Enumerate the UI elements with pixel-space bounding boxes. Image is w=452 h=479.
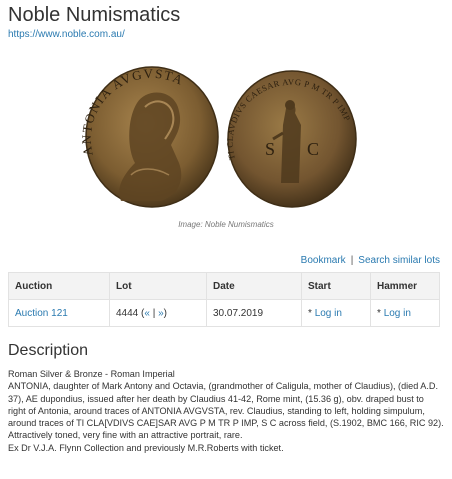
lot-nav-separator: | [152,307,156,319]
search-similar-link[interactable]: Search similar lots [358,255,440,266]
lot-actions: Bookmark | Search similar lots [301,255,440,266]
hammer-cell: * Log in [370,299,440,327]
site-url-link[interactable]: https://www.noble.com.au/ [8,29,125,40]
hammer-login-marker: * [377,307,381,319]
description-provenance: Ex Dr V.J.A. Flynn Collection and previo… [8,442,284,453]
hammer-login-link[interactable]: Log in [384,308,411,319]
coin-obverse: ANTONIA AVGVSTA [79,66,219,208]
description-heading: Description [8,342,89,359]
coin-image[interactable]: ANTONIA AVGVSTA TI CLAVDIVS CAESAR AVG P… [75,63,375,213]
description-body: Roman Silver & Bronze - Roman Imperial A… [8,368,444,454]
lot-table: Auction Lot Date Start Hammer Auction 12… [8,272,440,327]
page-title: Noble Numismatics [8,4,181,26]
date-cell: 30.07.2019 [206,299,302,327]
bookmark-link[interactable]: Bookmark [301,255,346,266]
reverse-field-s: S [265,139,275,159]
lot-number: 4444 [116,307,139,319]
start-login-marker: * [308,307,312,319]
coin-reverse: TI CLAVDIVS CAESAR AVG P M TR P IMP S C [225,70,357,208]
column-header-auction: Auction [8,272,110,300]
column-header-date: Date [206,272,302,300]
auction-link[interactable]: Auction 121 [15,308,68,319]
image-caption: Image: Noble Numismatics [178,220,274,229]
table-row: Auction 121 4444 (« | ») 30.07.2019 * Lo… [8,299,440,327]
column-header-start: Start [301,272,371,300]
column-header-lot: Lot [109,272,207,300]
description-text: ANTONIA, daughter of Mark Antony and Oct… [8,381,444,441]
column-header-hammer: Hammer [370,272,440,300]
next-lot-link[interactable]: » [158,308,164,319]
table-header-row: Auction Lot Date Start Hammer [8,272,440,300]
auction-cell: Auction 121 [8,299,110,327]
start-cell: * Log in [301,299,371,327]
lot-cell: 4444 (« | ») [109,299,207,327]
prev-lot-link[interactable]: « [144,308,150,319]
description-category: Roman Silver & Bronze - Roman Imperial [8,369,175,379]
reverse-field-c: C [307,139,319,159]
start-login-link[interactable]: Log in [315,308,342,319]
actions-separator: | [350,255,354,266]
